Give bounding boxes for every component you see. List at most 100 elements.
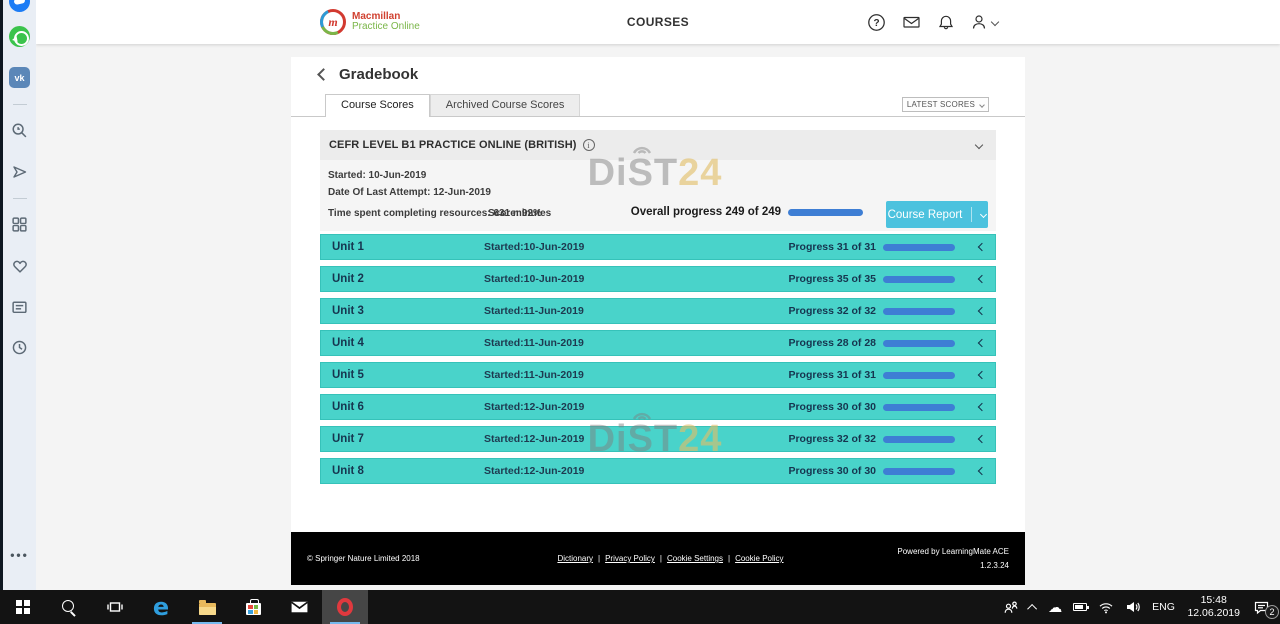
clock[interactable]: 15:48 12.06.2019 [1180, 594, 1247, 620]
footer-version: 1.2.3.24 [859, 559, 1009, 573]
unit-progress-label: Progress 35 of 35 [788, 273, 876, 285]
unit-name: Unit 5 [321, 369, 484, 381]
wifi-icon[interactable] [1093, 600, 1120, 614]
unit-started-date: Started:11-Jun-2019 [484, 369, 584, 381]
battery-icon[interactable] [1068, 603, 1093, 611]
file-explorer-icon[interactable] [184, 590, 230, 624]
tab-archived-course-scores[interactable]: Archived Course Scores [430, 94, 581, 116]
people-icon[interactable] [998, 600, 1025, 615]
chevron-down-icon [991, 18, 999, 26]
expand-chevron-icon[interactable] [978, 275, 986, 283]
footer-powered-by: Powered by LearningMate ACE [859, 545, 1009, 559]
expand-chevron-icon[interactable] [978, 435, 986, 443]
edge-icon[interactable]: e [138, 590, 184, 624]
collapse-chevron-icon[interactable] [975, 141, 983, 149]
footer-link-privacy-policy[interactable]: Privacy Policy [605, 554, 655, 563]
mail-icon[interactable] [901, 13, 922, 31]
expand-chevron-icon[interactable] [978, 243, 986, 251]
unit-row[interactable]: Unit 4Started:11-Jun-2019Progress 28 of … [320, 330, 996, 356]
action-center-icon[interactable]: 2 [1247, 600, 1275, 615]
search-icon [11, 122, 28, 139]
search-button[interactable] [46, 590, 92, 624]
windows-taskbar: e ☁ ENG 15:48 12.06.2019 [0, 590, 1280, 624]
sidebar-item-news-icon[interactable] [3, 286, 36, 327]
screen: vk ••• m Macmillan Practice Online COURS… [0, 0, 1280, 624]
store-icon[interactable] [230, 590, 276, 624]
unit-progress-label: Progress 31 of 31 [788, 369, 876, 381]
footer-link-separator: | [660, 554, 662, 563]
unit-started-date: Started:10-Jun-2019 [484, 273, 584, 285]
unit-row[interactable]: Unit 7Started:12-Jun-2019Progress 32 of … [320, 426, 996, 452]
back-chevron-icon[interactable] [317, 68, 330, 81]
unit-row[interactable]: Unit 8Started:12-Jun-2019Progress 30 of … [320, 458, 996, 484]
history-icon [11, 339, 28, 356]
sidebar-divider [3, 98, 36, 110]
sidebar-item-whatsapp-icon[interactable] [3, 16, 36, 57]
expand-chevron-icon[interactable] [978, 403, 986, 411]
header-icons: ? [867, 13, 998, 32]
course-last-attempt: Date Of Last Attempt: 12-Jun-2019 [328, 187, 491, 198]
macmillan-logo[interactable]: m Macmillan Practice Online [320, 9, 420, 35]
expand-chevron-icon[interactable] [978, 467, 986, 475]
speed-dial-icon [11, 216, 28, 233]
course-panel-header[interactable]: CEFR LEVEL B1 PRACTICE ONLINE (BRITISH) … [320, 130, 996, 160]
start-button[interactable] [0, 590, 46, 624]
opera-icon[interactable] [322, 590, 368, 624]
footer-link-cookie-policy[interactable]: Cookie Policy [735, 554, 783, 563]
expand-chevron-icon[interactable] [978, 371, 986, 379]
vk-icon: vk [9, 67, 30, 88]
expand-chevron-icon[interactable] [978, 307, 986, 315]
unit-row[interactable]: Unit 6Started:12-Jun-2019Progress 30 of … [320, 394, 996, 420]
task-view-button[interactable] [92, 590, 138, 624]
sidebar-item-history-icon[interactable] [3, 327, 36, 368]
unit-row[interactable]: Unit 3Started:11-Jun-2019Progress 32 of … [320, 298, 996, 324]
onedrive-icon[interactable]: ☁ [1043, 600, 1068, 614]
opera-sidebar: vk ••• [0, 0, 36, 590]
svg-text:?: ? [873, 17, 879, 28]
chevron-up-icon[interactable] [1025, 604, 1043, 611]
tray-time: 15:48 [1187, 594, 1240, 607]
unit-row[interactable]: Unit 1Started:10-Jun-2019Progress 31 of … [320, 234, 996, 260]
unit-started-date: Started:12-Jun-2019 [484, 401, 584, 413]
course-report-button[interactable]: Course Report [886, 201, 988, 228]
footer-link-separator: | [728, 554, 730, 563]
volume-icon[interactable] [1120, 600, 1147, 614]
sidebar-item-speed-dial-icon[interactable] [3, 204, 36, 245]
scores-filter-dropdown[interactable]: LATEST SCORES [902, 97, 989, 112]
mail-app-icon[interactable] [276, 590, 322, 624]
sidebar-item-search-icon[interactable] [3, 110, 36, 151]
unit-started-date: Started:12-Jun-2019 [484, 465, 584, 477]
unit-row[interactable]: Unit 2Started:10-Jun-2019Progress 35 of … [320, 266, 996, 292]
sidebar-item-my-flow-icon[interactable] [3, 151, 36, 192]
nav-courses[interactable]: COURSES [627, 15, 689, 29]
notifications-icon[interactable] [937, 13, 955, 32]
expand-chevron-icon[interactable] [978, 339, 986, 347]
sidebar-item-vk-icon[interactable]: vk [3, 57, 36, 98]
unit-started-date: Started:11-Jun-2019 [484, 305, 584, 317]
more-options-icon[interactable]: ••• [3, 548, 36, 562]
course-panel: CEFR LEVEL B1 PRACTICE ONLINE (BRITISH) … [320, 130, 996, 231]
help-icon[interactable]: ? [867, 13, 886, 32]
unit-name: Unit 3 [321, 305, 484, 317]
unit-started-date: Started:11-Jun-2019 [484, 337, 584, 349]
footer-link-dictionary[interactable]: Dictionary [557, 554, 593, 563]
unit-progress-bar [883, 404, 955, 411]
unit-progress-label: Progress 31 of 31 [788, 241, 876, 253]
language-indicator[interactable]: ENG [1147, 601, 1181, 613]
unit-name: Unit 4 [321, 337, 484, 349]
info-icon[interactable]: i [583, 139, 595, 151]
sidebar-item-bookmarks-icon[interactable] [3, 245, 36, 286]
profile-icon[interactable] [970, 13, 998, 31]
notification-badge: 2 [1265, 605, 1279, 619]
sidebar-divider [3, 192, 36, 204]
sidebar-item-messenger-icon[interactable] [3, 0, 36, 16]
course-score: Score: 92% [488, 208, 542, 219]
footer-link-cookie-settings[interactable]: Cookie Settings [667, 554, 723, 563]
overall-progress-bar [788, 209, 863, 216]
tab-course-scores[interactable]: Course Scores [325, 94, 430, 117]
footer-copyright: © Springer Nature Limited 2018 [307, 554, 482, 563]
news-icon [11, 299, 28, 315]
unit-row[interactable]: Unit 5Started:11-Jun-2019 Progress 31 of … [320, 362, 996, 388]
system-tray: ☁ ENG 15:48 12.06.2019 2 [998, 590, 1280, 624]
unit-started-date: Started:12-Jun-2019 [484, 433, 584, 445]
